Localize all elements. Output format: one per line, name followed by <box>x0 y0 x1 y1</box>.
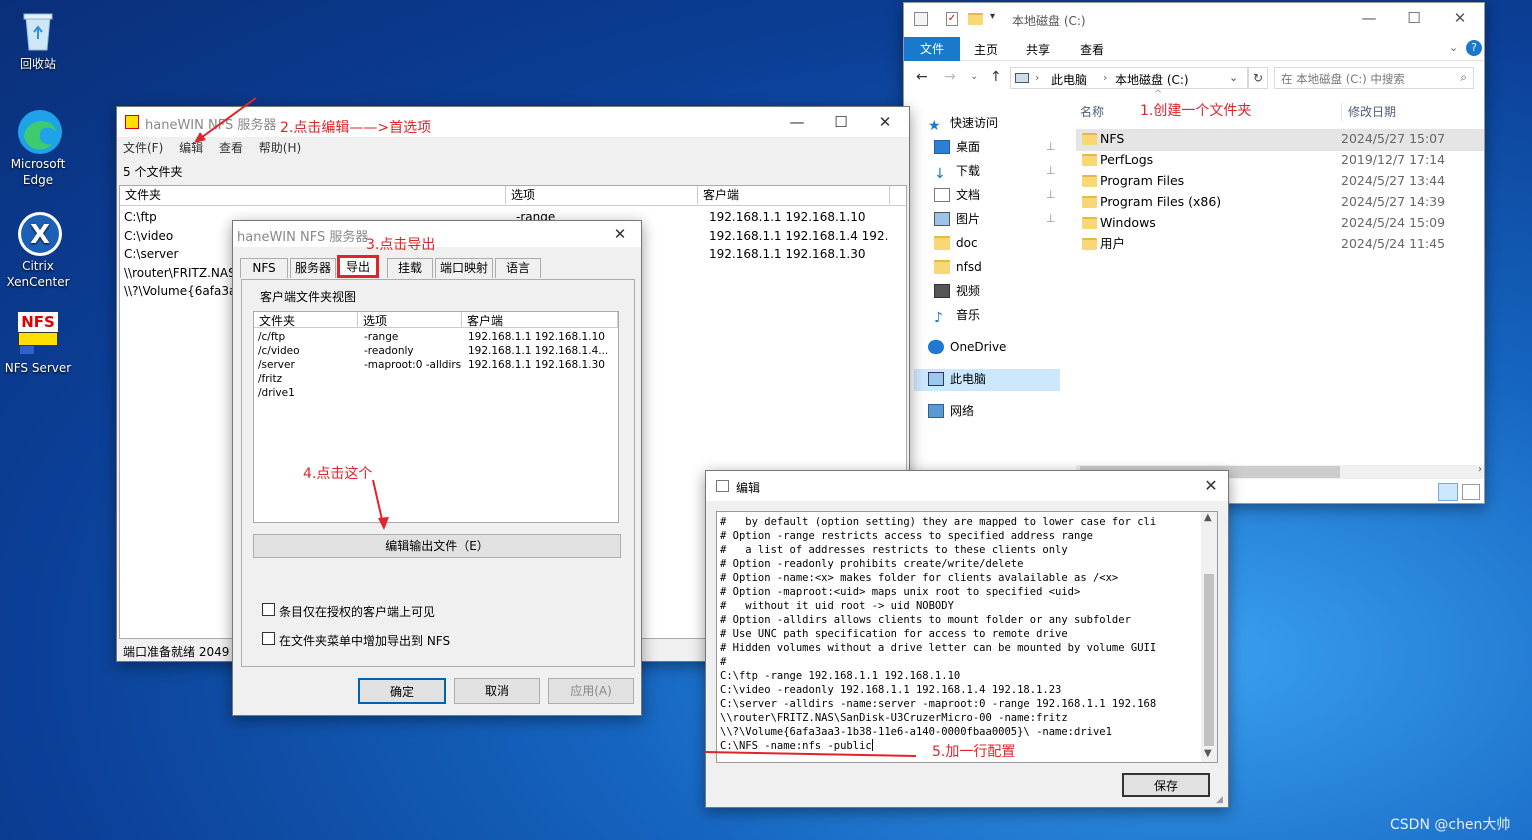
arrowhead-2 <box>194 132 206 143</box>
annotation-2: 2.点击编辑——>首选项 <box>280 120 432 136</box>
annotation-1: 1.创建一个文件夹 <box>1140 103 1252 119</box>
arrow-2 <box>197 97 257 141</box>
arrow-4 <box>372 479 384 525</box>
underline-5 <box>704 751 917 757</box>
annotation-3: 3.点击导出 <box>366 237 436 253</box>
watermark: CSDN @chen大帅 <box>1390 817 1511 833</box>
arrowhead-4 <box>378 517 389 530</box>
annotation-5: 5.加一行配置 <box>932 744 1016 760</box>
annotation-arrows <box>194 97 917 757</box>
annotation-4: 4.点击这个 <box>303 466 373 482</box>
